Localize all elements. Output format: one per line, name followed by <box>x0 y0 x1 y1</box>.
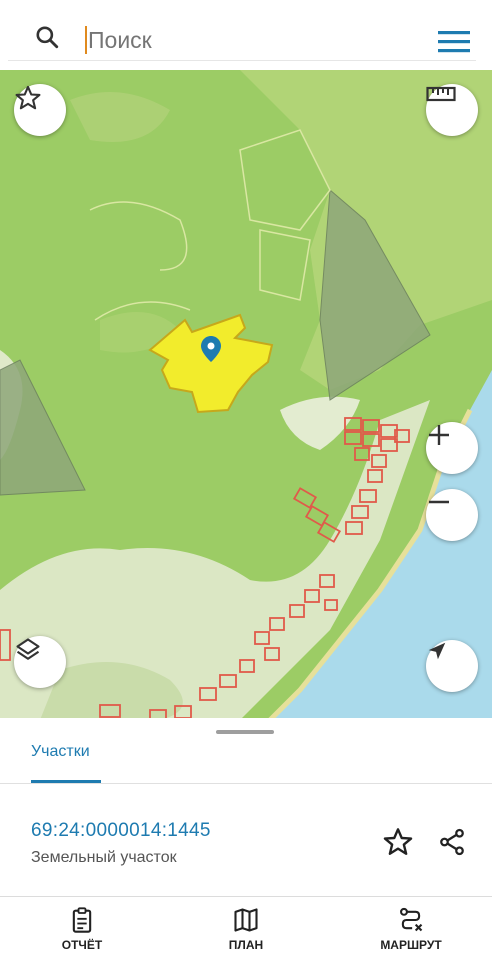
map-icon <box>234 908 258 932</box>
parcel-sheet: Участки 69:24:0000014:1445 Земельный уча… <box>0 718 492 900</box>
menu-icon[interactable] <box>434 26 474 58</box>
zoom-in-button[interactable] <box>426 422 478 474</box>
star-icon <box>383 828 413 855</box>
nav-route[interactable]: МАРШРУТ <box>368 897 454 960</box>
parcel-type: Земельный участок <box>31 849 177 866</box>
measure-button[interactable] <box>426 84 478 136</box>
nav-plan-label: ПЛАН <box>228 938 264 952</box>
top-bar <box>0 0 492 70</box>
my-location-button[interactable] <box>426 640 478 692</box>
search-bar <box>8 8 476 61</box>
search-icon[interactable] <box>34 24 60 50</box>
minus-icon <box>429 500 449 504</box>
sheet-drag-handle[interactable] <box>216 730 274 734</box>
nav-report-label: ОТЧЁТ <box>61 938 103 952</box>
nav-route-label: МАРШРУТ <box>380 938 442 952</box>
layers-icon <box>16 638 40 660</box>
layers-button[interactable] <box>14 636 66 688</box>
route-icon <box>400 907 423 932</box>
cadastral-number-link[interactable]: 69:24:0000014:1445 <box>31 820 211 842</box>
add-favorite-button[interactable] <box>380 824 416 860</box>
search-input[interactable] <box>88 20 408 60</box>
navigation-arrow-icon <box>428 642 446 660</box>
zoom-out-button[interactable] <box>426 489 478 541</box>
share-button[interactable] <box>434 824 470 860</box>
tab-parcels[interactable]: Участки <box>31 743 90 761</box>
share-icon <box>440 828 464 856</box>
clipboard-icon <box>72 907 92 933</box>
text-caret <box>85 26 87 54</box>
ruler-icon <box>426 86 456 102</box>
favorites-button[interactable] <box>14 84 66 136</box>
divider <box>0 783 492 784</box>
bottom-navigation: ОТЧЁТ ПЛАН МАРШРУТ <box>0 897 492 960</box>
nav-plan[interactable]: ПЛАН <box>216 897 276 960</box>
map-canvas <box>0 70 492 720</box>
star-icon <box>15 85 41 110</box>
map-view[interactable] <box>0 70 492 720</box>
pin-dot <box>207 342 215 350</box>
nav-report[interactable]: ОТЧЁТ <box>52 897 112 960</box>
plus-icon <box>429 425 449 445</box>
